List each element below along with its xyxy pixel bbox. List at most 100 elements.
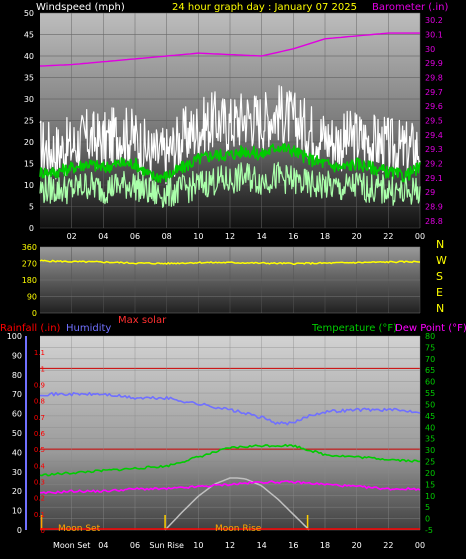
rainfall-y-tick: 0 [41, 527, 45, 535]
graph-day-title: 24 hour graph day : January 07 2025 [172, 2, 357, 13]
temperature-y-tick: 15 [425, 480, 435, 489]
rainfall-y-tick: 1.1 [34, 349, 45, 357]
bottom-x-tick: 04 [98, 541, 108, 550]
wind-y-tick: 50 [24, 9, 34, 18]
wind-y-tick: 35 [24, 74, 34, 83]
moon-set-label: Moon Set [58, 524, 101, 534]
temperature-y-tick: 10 [425, 492, 435, 501]
temperature-y-tick: 5 [425, 503, 430, 512]
barometer-y-tick: 29.7 [425, 88, 443, 97]
rainfall-y-tick: 1 [41, 365, 45, 373]
barometer-y-tick: 29.6 [425, 102, 443, 111]
top-x-tick: 12 [225, 232, 235, 241]
top-x-tick: 20 [352, 232, 362, 241]
compass-s: S [436, 270, 443, 283]
bottom-x-tick: 12 [225, 541, 235, 550]
top-x-tick: 02 [67, 232, 77, 241]
compass-n-bottom: N [436, 302, 444, 315]
direction-y-tick: 90 [27, 293, 37, 302]
direction-y-tick: 270 [22, 260, 37, 269]
compass-n-top: N [436, 238, 444, 251]
bottom-x-tick: 10 [193, 541, 203, 550]
bottom-x-tick: 16 [288, 541, 298, 550]
wind-y-tick: 15 [24, 160, 34, 169]
max-solar-label: Max solar [118, 315, 167, 326]
barometer-y-tick: 29.1 [425, 174, 443, 183]
barometer-y-tick: 28.8 [425, 217, 443, 226]
top-x-tick: 08 [162, 232, 172, 241]
humidity-y-tick: 10 [12, 507, 22, 516]
wind-y-tick: 10 [24, 181, 34, 190]
humidity-y-tick: 70 [12, 390, 22, 399]
rainfall-y-tick: 0.2 [34, 495, 45, 503]
humidity-label: Humidity [66, 323, 111, 334]
top-x-tick: 00 [415, 232, 425, 241]
humidity-y-tick: 0 [17, 526, 22, 535]
windspeed-title: Windspeed (mph) [36, 2, 125, 13]
rainfall-y-tick: 0.5 [34, 446, 45, 454]
bottom-x-tick: Sun Rise [149, 541, 184, 550]
temperature-y-tick: -5 [425, 526, 433, 535]
humidity-y-tick: 30 [12, 468, 22, 477]
compass-w: W [436, 254, 447, 267]
barometer-y-tick: 29.3 [425, 145, 443, 154]
compass-e: E [436, 286, 443, 299]
wind-y-tick: 20 [24, 138, 34, 147]
humidity-y-tick: 50 [12, 429, 22, 438]
barometer-y-tick: 29.2 [425, 160, 443, 169]
temperature-y-tick: 45 [425, 412, 435, 421]
rainfall-y-tick: 0.7 [34, 414, 45, 422]
temperature-y-tick: 20 [425, 469, 435, 478]
temperature-y-tick: 35 [425, 435, 435, 444]
top-x-tick: 14 [257, 232, 267, 241]
top-x-tick: 22 [383, 232, 393, 241]
humidity-y-tick: 90 [12, 351, 22, 360]
wind-y-tick: 5 [29, 203, 34, 212]
barometer-y-tick: 30 [425, 45, 435, 54]
temperature-label: Temperature (°F) [311, 323, 397, 334]
direction-y-tick: 360 [22, 243, 37, 252]
rainfall-label: Rainfall (.in) [0, 323, 61, 334]
temperature-y-tick: 55 [425, 389, 435, 398]
barometer-y-tick: 29 [425, 188, 435, 197]
direction-y-tick: 0 [32, 309, 37, 318]
bottom-x-tick: 18 [320, 541, 330, 550]
bottom-x-tick: 00 [415, 541, 425, 550]
bottom-x-tick: 22 [383, 541, 393, 550]
barometer-y-tick: 30.2 [425, 16, 443, 25]
temperature-y-tick: 60 [425, 378, 435, 387]
wind-y-tick: 25 [24, 117, 34, 126]
rainfall-y-tick: 0.3 [34, 479, 45, 487]
barometer-title: Barometer (.in) [372, 2, 448, 13]
temperature-y-tick: 40 [425, 423, 435, 432]
rainfall-y-tick: 0.9 [34, 382, 45, 390]
top-x-tick: 04 [98, 232, 108, 241]
rainfall-y-tick: 0.6 [34, 430, 46, 438]
temperature-y-tick: 70 [425, 355, 435, 364]
temperature-y-tick: 50 [425, 400, 435, 409]
humidity-y-tick: 40 [12, 448, 22, 457]
barometer-y-tick: 29.4 [425, 131, 443, 140]
barometer-y-tick: 29.5 [425, 117, 443, 126]
rainfall-y-tick: 0.8 [34, 398, 45, 406]
humidity-y-tick: 20 [12, 487, 22, 496]
top-x-tick: 16 [288, 232, 298, 241]
bottom-x-tick: 20 [352, 541, 362, 550]
weather-graph: Windspeed (mph) 24 hour graph day : Janu… [0, 2, 466, 550]
bottom-x-tick: Moon Set [53, 541, 90, 550]
temperature-y-tick: 25 [425, 458, 435, 467]
temperature-y-tick: 65 [425, 366, 435, 375]
moon-rise-label: Moon Rise [215, 524, 262, 534]
temperature-y-tick: 0 [425, 515, 430, 524]
barometer-y-tick: 28.9 [425, 203, 443, 212]
humidity-y-tick: 60 [12, 410, 22, 419]
barometer-y-tick: 30.1 [425, 31, 443, 40]
top-x-tick: 06 [130, 232, 140, 241]
top-x-tick: 18 [320, 232, 330, 241]
temperature-y-tick: 30 [425, 446, 435, 455]
wind-y-tick: 45 [24, 31, 34, 40]
temperature-y-tick: 75 [425, 343, 435, 352]
top-x-tick: 10 [193, 232, 203, 241]
barometer-y-tick: 29.8 [425, 74, 443, 83]
wind-y-tick: 30 [24, 95, 34, 104]
